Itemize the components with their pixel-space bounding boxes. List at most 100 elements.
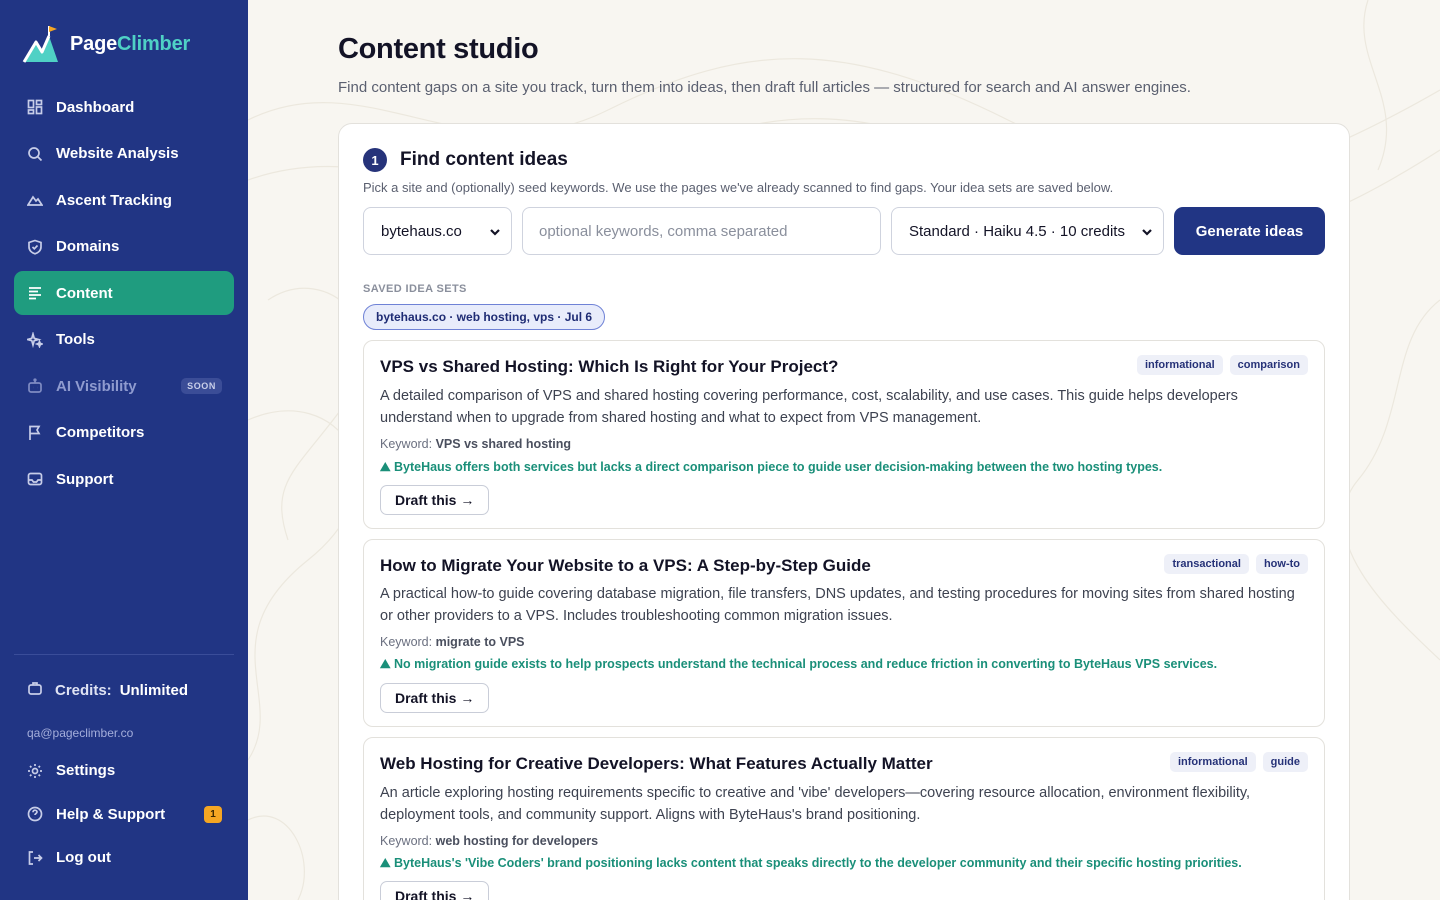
find-ideas-card: 1 Find content ideas Pick a site and (op… [338, 123, 1350, 900]
sidebar-item-ai-visibility[interactable]: AI Visibility SOON [14, 364, 234, 408]
type-tag: guide [1262, 752, 1308, 772]
sidebar-item-label: Ascent Tracking [56, 191, 172, 209]
keyword-value: VPS vs shared hosting [435, 437, 572, 451]
search-icon [27, 146, 43, 162]
idea-keyword: Keyword: web hosting for developers [380, 834, 598, 848]
step-number-badge: 1 [363, 148, 387, 172]
sidebar-item-competitors[interactable]: Competitors [14, 411, 234, 455]
site-select[interactable]: bytehaus.co [363, 207, 512, 255]
site-select-value: bytehaus.co [381, 222, 462, 240]
type-tag: how-to [1255, 554, 1308, 574]
sidebar-item-label: Settings [56, 762, 116, 779]
keywords-input-wrapper [522, 207, 881, 255]
sidebar-item-content[interactable]: Content [14, 271, 234, 315]
idea-tags: informational guide [1169, 752, 1308, 772]
chevron-down-icon [489, 225, 501, 237]
sidebar-item-label: Website Analysis [56, 145, 179, 162]
intent-tag: informational [1136, 355, 1223, 375]
brand-logo[interactable]: PageClimber [22, 24, 190, 64]
draft-this-button[interactable]: Draft this → [380, 683, 490, 713]
idea-title: How to Migrate Your Website to a VPS: A … [380, 556, 871, 575]
credits-value: Unlimited [119, 681, 189, 699]
idea-description: A practical how-to guide covering databa… [380, 586, 1295, 624]
sidebar-item-label: Domains [56, 238, 120, 255]
idea-title: Web Hosting for Creative Developers: Wha… [380, 754, 933, 773]
keywords-input[interactable] [539, 222, 869, 240]
credits-display: Credits: Unlimited [27, 680, 188, 700]
help-icon [27, 806, 43, 822]
sidebar-divider [14, 654, 234, 655]
idea-gap-note: ⛰ ByteHaus's 'Vibe Coders' brand positio… [380, 856, 1242, 870]
idea-description: An article exploring hosting requirement… [380, 785, 1251, 823]
sidebar-item-dashboard[interactable]: Dashboard [14, 85, 234, 129]
draft-this-button[interactable]: Draft this → [380, 881, 490, 900]
keyword-value: web hosting for developers [435, 834, 599, 848]
step-title: Find content ideas [400, 149, 568, 170]
sidebar-item-label: Dashboard [56, 98, 135, 116]
saved-idea-set-chip[interactable]: bytehaus.co · web hosting, vps · Jul 6 [363, 304, 606, 330]
draft-this-button[interactable]: Draft this → [380, 485, 490, 515]
sidebar-item-label: Tools [56, 331, 95, 348]
shield-icon [27, 239, 43, 255]
sidebar-item-support[interactable]: Support [14, 457, 234, 501]
sidebar-item-label: Log out [56, 849, 111, 866]
keyword-label: Keyword: [380, 437, 433, 451]
idea-tags: informational comparison [1136, 355, 1308, 375]
idea-gap-note: ⛰ No migration guide exists to help pros… [380, 657, 1218, 671]
chevron-down-icon [1141, 225, 1153, 237]
model-select[interactable]: Standard · Haiku 4.5 · 10 credits [891, 207, 1164, 255]
sidebar-item-settings[interactable]: Settings [14, 749, 234, 792]
model-select-value: Standard · Haiku 4.5 · 10 credits [909, 222, 1125, 240]
page-title: Content studio [338, 33, 539, 65]
sidebar-item-logout[interactable]: Log out [14, 836, 234, 879]
inbox-icon [27, 471, 43, 487]
generate-ideas-button[interactable]: Generate ideas [1174, 207, 1325, 255]
idea-card: How to Migrate Your Website to a VPS: A … [363, 539, 1325, 727]
sidebar: PageClimber Dashboard Website Analysis A… [0, 0, 248, 900]
idea-keyword: Keyword: migrate to VPS [380, 635, 525, 649]
sidebar-item-label: Support [56, 470, 114, 488]
sidebar-item-label: AI Visibility [56, 377, 137, 395]
sidebar-nav: Dashboard Website Analysis Ascent Tracki… [14, 85, 234, 504]
type-tag: comparison [1229, 355, 1308, 375]
brand-name: PageClimber [70, 32, 191, 55]
intent-tag: informational [1169, 752, 1256, 772]
keyword-value: migrate to VPS [435, 635, 525, 649]
sidebar-item-help-support[interactable]: Help & Support 1 [14, 793, 234, 836]
sidebar-item-ascent-tracking[interactable]: Ascent Tracking [14, 178, 234, 222]
sparkle-icon [27, 331, 43, 348]
mountain-logo-icon [22, 26, 58, 63]
sidebar-item-tools[interactable]: Tools [14, 318, 234, 362]
idea-keyword: Keyword: VPS vs shared hosting [380, 437, 571, 451]
notification-badge: 1 [204, 805, 222, 823]
sidebar-item-label: Competitors [56, 424, 145, 441]
logout-icon [27, 850, 43, 866]
wallet-icon [27, 680, 43, 700]
main-content: Content studio Find content gaps on a si… [248, 0, 1440, 900]
page-subtitle: Find content gaps on a site you track, t… [338, 79, 1191, 96]
keyword-label: Keyword: [380, 635, 433, 649]
saved-sets-label: SAVED IDEA SETS [363, 283, 467, 295]
robot-icon [27, 378, 43, 394]
gear-icon [27, 763, 43, 779]
flag-icon [27, 425, 43, 441]
soon-badge: SOON [181, 378, 222, 394]
idea-description: A detailed comparison of VPS and shared … [380, 388, 1238, 426]
idea-card: VPS vs Shared Hosting: Which Is Right fo… [363, 340, 1325, 529]
dashboard-icon [27, 99, 43, 115]
mountain-icon [27, 192, 43, 208]
idea-card: Web Hosting for Creative Developers: Wha… [363, 737, 1325, 900]
idea-tags: transactional how-to [1164, 554, 1308, 574]
keyword-label: Keyword: [380, 834, 433, 848]
sidebar-item-label: Content [56, 284, 113, 302]
sidebar-item-label: Help & Support [56, 805, 166, 823]
idea-gap-note: ⛰ ByteHaus offers both services but lack… [380, 460, 1163, 474]
sidebar-item-domains[interactable]: Domains [14, 225, 234, 269]
idea-title: VPS vs Shared Hosting: Which Is Right fo… [380, 357, 839, 376]
credits-label: Credits: [55, 681, 112, 699]
sidebar-bottom-nav: Settings Help & Support 1 Log out [14, 749, 234, 880]
intent-tag: transactional [1164, 554, 1249, 574]
user-email: qa@pageclimber.co [27, 726, 134, 740]
content-lines-icon [27, 285, 43, 301]
sidebar-item-website-analysis[interactable]: Website Analysis [14, 132, 234, 176]
